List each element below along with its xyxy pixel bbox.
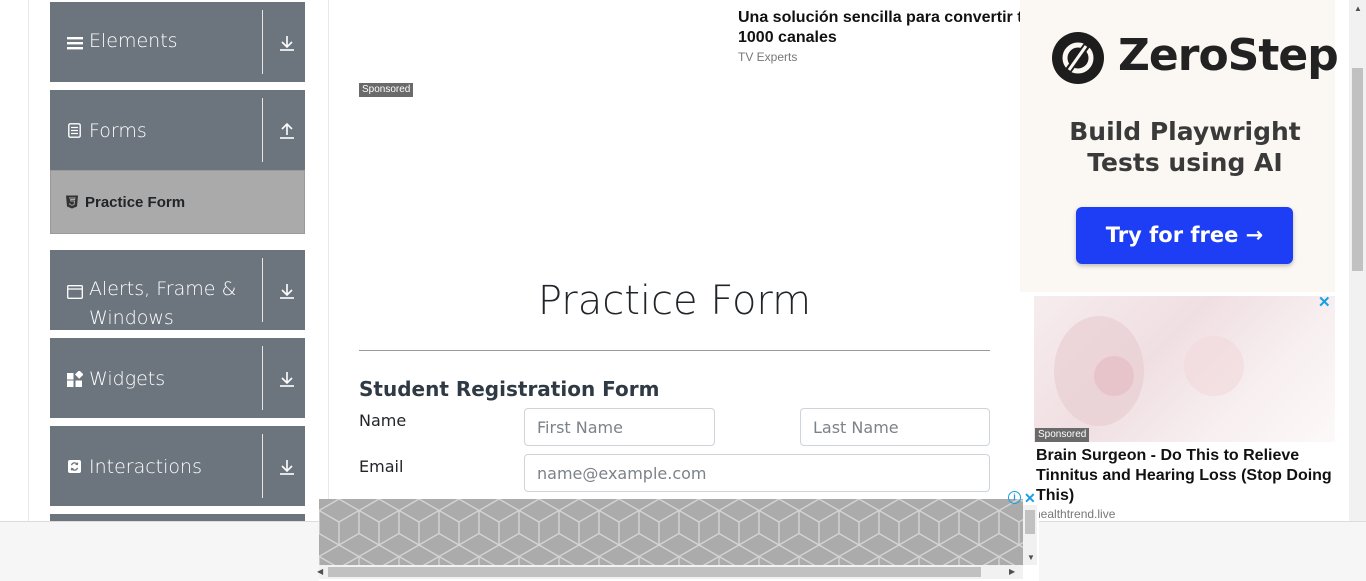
top-ad-source: TV Experts bbox=[738, 50, 798, 64]
divider bbox=[262, 98, 263, 162]
sidebar-group-label: Elements bbox=[89, 30, 178, 52]
page-scrollbar[interactable]: ▲ bbox=[1349, 0, 1366, 521]
divider bbox=[262, 434, 263, 498]
zerostep-brand: ZeroStep bbox=[1118, 30, 1339, 81]
window-icon bbox=[67, 285, 83, 299]
interactions-icon bbox=[68, 460, 81, 473]
scrollbar-thumb[interactable] bbox=[1352, 68, 1363, 271]
sidebar-group-label: Interactions bbox=[89, 456, 202, 478]
ad-headline[interactable]: Brain Surgeon - Do This to Relieve Tinni… bbox=[1036, 446, 1336, 506]
sidebar-group-forms[interactable]: Forms bbox=[50, 90, 305, 170]
close-icon[interactable]: ✕ bbox=[1318, 293, 1331, 311]
html5-icon bbox=[66, 195, 78, 209]
sidebar-group-label: Alerts, Frame & Windows bbox=[89, 278, 237, 329]
sidebar-group-elements[interactable]: Elements bbox=[50, 2, 305, 82]
sidebar-group-widgets[interactable]: Widgets bbox=[50, 338, 305, 418]
widgets-icon bbox=[67, 371, 83, 387]
try-for-free-button[interactable]: Try for free → bbox=[1076, 207, 1293, 264]
scroll-left-icon[interactable]: ◀ bbox=[317, 567, 323, 576]
ad-image[interactable] bbox=[1034, 296, 1335, 442]
divider bbox=[262, 258, 263, 322]
scroll-down-icon[interactable]: ▼ bbox=[1027, 553, 1035, 562]
banner-pattern bbox=[319, 499, 1023, 565]
name-label: Name bbox=[359, 411, 407, 430]
top-ad[interactable]: Una solución sencilla para convertir t 1… bbox=[738, 8, 1028, 64]
banner-scrollbar[interactable]: ▼ bbox=[1023, 505, 1037, 565]
first-name-input[interactable] bbox=[524, 408, 715, 446]
page-title: Practice Form bbox=[537, 278, 812, 324]
scroll-up-icon[interactable]: ▲ bbox=[1354, 4, 1362, 13]
sidebar-group-label: Widgets bbox=[89, 368, 166, 390]
sidebar-group-label: Forms bbox=[89, 120, 147, 142]
top-ad-headline[interactable]: Una solución sencilla para convertir t 1… bbox=[738, 8, 1021, 48]
download-arrow-icon[interactable] bbox=[278, 282, 296, 300]
title-divider bbox=[359, 350, 990, 351]
banner-horizontal-scrollbar[interactable]: ◀ ▶ bbox=[317, 565, 1023, 579]
last-name-input[interactable] bbox=[800, 408, 990, 446]
sponsored-badge: Sponsored bbox=[1035, 428, 1090, 442]
email-input[interactable] bbox=[524, 454, 990, 492]
ad-info-icon[interactable]: i bbox=[1008, 491, 1021, 504]
scrollbar-thumb[interactable] bbox=[1025, 510, 1035, 534]
document-icon bbox=[68, 123, 81, 138]
download-arrow-icon[interactable] bbox=[278, 458, 296, 476]
sidebar-group-next[interactable] bbox=[50, 514, 305, 521]
upload-arrow-icon[interactable] bbox=[278, 122, 296, 140]
ad-source: healthtrend.live bbox=[1034, 507, 1116, 521]
scrollbar-thumb[interactable] bbox=[328, 567, 981, 577]
sidebar-group-alerts[interactable]: Alerts, Frame & Windows bbox=[50, 250, 305, 330]
sidebar-item-practice-form[interactable]: Practice Form bbox=[50, 170, 305, 234]
sidebar-group-interactions[interactable]: Interactions bbox=[50, 426, 305, 506]
scroll-right-icon[interactable]: ▶ bbox=[1009, 567, 1015, 576]
email-label: Email bbox=[359, 457, 404, 476]
zerostep-tagline: Build Playwright Tests using AI bbox=[1069, 117, 1301, 177]
download-arrow-icon[interactable] bbox=[278, 370, 296, 388]
divider bbox=[262, 10, 263, 74]
hamburger-icon bbox=[67, 37, 83, 50]
zerostep-logo bbox=[1052, 32, 1104, 84]
divider bbox=[262, 346, 263, 410]
sponsored-badge: Sponsored bbox=[359, 83, 414, 97]
form-heading: Student Registration Form bbox=[359, 377, 660, 401]
download-arrow-icon[interactable] bbox=[278, 34, 296, 52]
sidebar-item-label: Practice Form bbox=[85, 194, 186, 211]
